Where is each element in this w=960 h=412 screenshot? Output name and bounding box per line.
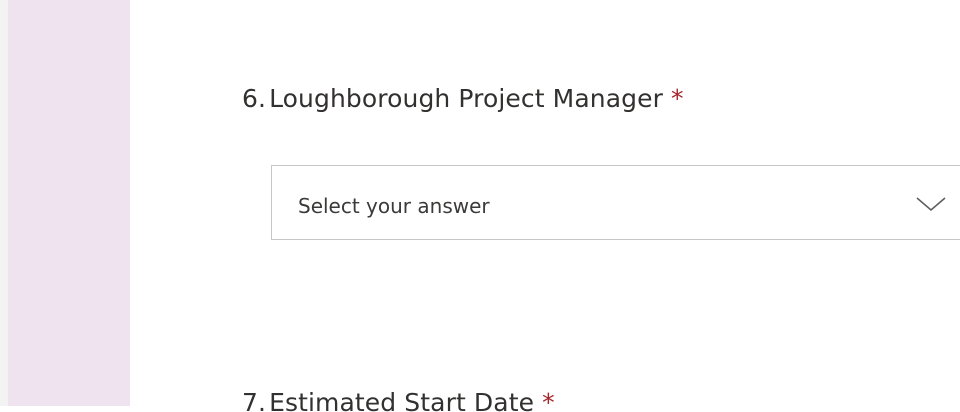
side-background-panel <box>8 0 130 412</box>
form-page: 6. Loughborough Project Manager * Select … <box>0 0 960 412</box>
left-gutter <box>0 0 8 412</box>
form-content: 6. Loughborough Project Manager * Select … <box>130 0 960 412</box>
question-label: Estimated Start Date <box>269 388 535 412</box>
required-asterisk: * <box>671 84 684 113</box>
question-number: 7. <box>242 388 267 412</box>
question-number: 6. <box>242 84 267 113</box>
required-asterisk: * <box>542 388 555 412</box>
project-manager-dropdown[interactable]: Select your answer <box>271 165 960 240</box>
bottom-strip <box>0 406 130 412</box>
chevron-down-icon <box>913 192 949 214</box>
question-label: Loughborough Project Manager <box>269 84 663 113</box>
question-7-title: 7. Estimated Start Date * <box>242 388 555 412</box>
dropdown-placeholder: Select your answer <box>298 194 490 218</box>
question-6-title: 6. Loughborough Project Manager * <box>242 84 684 113</box>
